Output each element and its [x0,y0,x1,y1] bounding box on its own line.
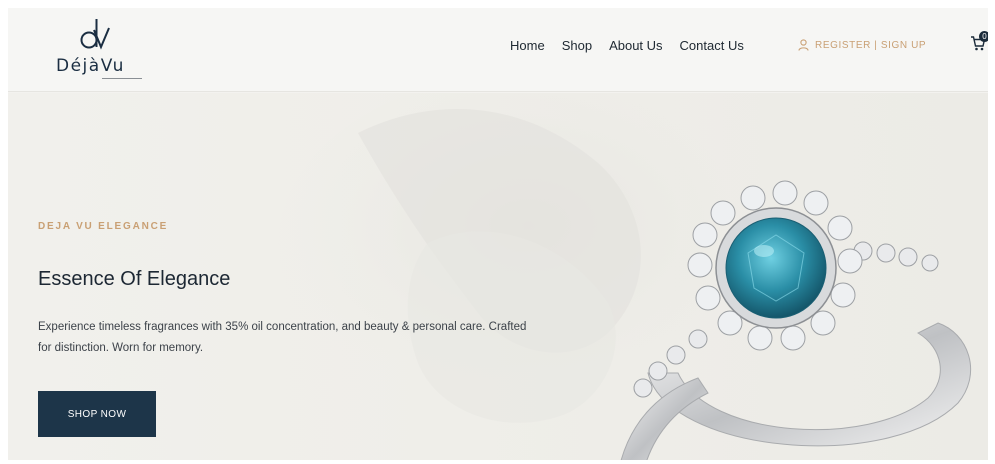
nav-home[interactable]: Home [510,38,545,53]
hero-description: Experience timeless fragrances with 35% … [38,321,527,354]
nav-about-us[interactable]: About Us [609,38,662,53]
brand-logo[interactable]: DéjàVu [50,16,142,82]
nav-shop[interactable]: Shop [562,38,592,53]
ring-image [620,180,972,460]
cart-button[interactable]: 0 [970,31,988,54]
register-signup-link[interactable]: REGISTER | SIGN UP [798,39,926,51]
user-icon [798,39,809,51]
site-header: DéjàVu Home Shop About Us Contact Us REG… [8,8,988,92]
brand-name: DéjàVu [56,56,125,76]
nav-contact-us[interactable]: Contact Us [680,38,744,53]
brand-underline [102,78,142,79]
hero-title: Essence Of Elegance [38,268,231,290]
cart-count-badge: 0 [979,31,988,42]
page-frame: DéjàVu Home Shop About Us Contact Us REG… [8,8,988,460]
hero-banner: DEJA VU ELEGANCE Essence Of Elegance Exp… [8,93,988,460]
brand-monogram-icon [80,19,110,50]
main-nav: Home Shop About Us Contact Us [510,38,744,53]
hero-eyebrow: DEJA VU ELEGANCE [38,221,169,232]
register-signup-label: REGISTER | SIGN UP [815,39,927,51]
shop-now-button[interactable]: SHOP NOW [38,391,156,437]
